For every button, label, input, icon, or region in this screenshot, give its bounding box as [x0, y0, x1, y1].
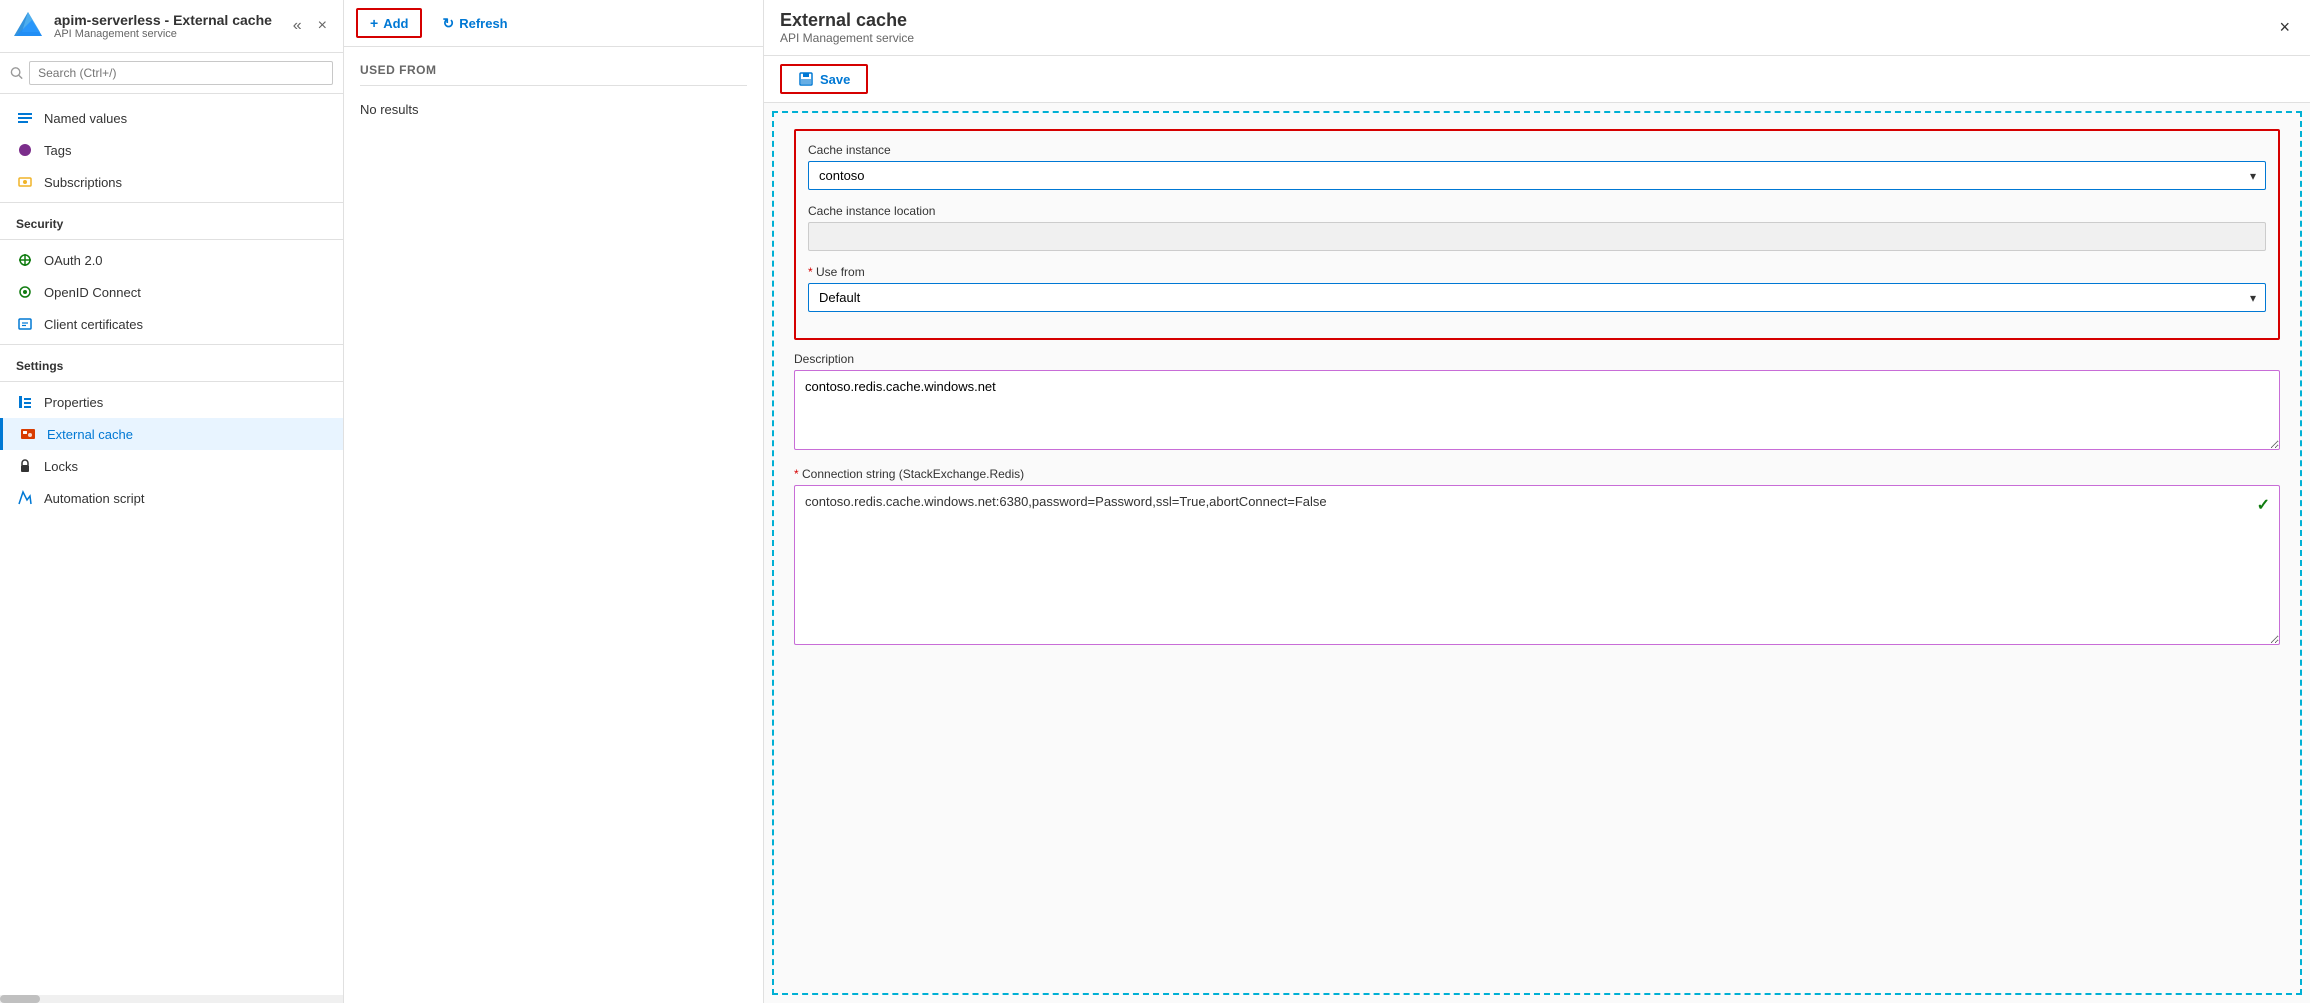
openid-label: OpenID Connect: [44, 285, 141, 300]
external-cache-label: External cache: [47, 427, 133, 442]
sidebar-item-tags[interactable]: Tags: [0, 134, 343, 166]
refresh-label: Refresh: [459, 16, 507, 31]
middle-panel: + Add ↻ Refresh USED FROM No results: [344, 0, 764, 1003]
azure-logo-icon: [12, 10, 44, 42]
left-panel: apim-serverless - External cache API Man…: [0, 0, 344, 1003]
tags-icon: [16, 141, 34, 159]
right-form-content: Cache instance contoso ▾ Cache instance …: [772, 111, 2302, 995]
use-from-field: Use from Default ▾: [808, 265, 2266, 312]
sidebar-item-external-cache[interactable]: External cache: [0, 418, 343, 450]
client-cert-icon: [16, 315, 34, 333]
client-cert-label: Client certificates: [44, 317, 143, 332]
openid-icon: [16, 283, 34, 301]
right-panel-title: External cache: [780, 10, 2275, 31]
external-cache-icon: [19, 425, 37, 443]
left-header: apim-serverless - External cache API Man…: [0, 0, 343, 53]
left-panel-title: apim-serverless - External cache: [54, 12, 279, 28]
divider-4: [0, 381, 343, 382]
named-values-label: Named values: [44, 111, 127, 126]
properties-label: Properties: [44, 395, 103, 410]
cache-instance-location-field: Cache instance location: [808, 204, 2266, 251]
named-values-icon: [16, 109, 34, 127]
automation-label: Automation script: [44, 491, 144, 506]
settings-section-label: Settings: [0, 349, 343, 377]
locks-icon: [16, 457, 34, 475]
cache-config-section: Cache instance contoso ▾ Cache instance …: [794, 129, 2280, 340]
sidebar-item-locks[interactable]: Locks: [0, 450, 343, 482]
cache-instance-location-label: Cache instance location: [808, 204, 2266, 218]
oauth-label: OAuth 2.0: [44, 253, 103, 268]
scroll-thumb[interactable]: [0, 995, 40, 1003]
add-button[interactable]: + Add: [356, 8, 422, 38]
right-toolbar: Save: [764, 56, 2310, 103]
right-panel: External cache API Management service × …: [764, 0, 2310, 1003]
sidebar-item-openid[interactable]: OpenID Connect: [0, 276, 343, 308]
save-label: Save: [820, 72, 850, 87]
add-icon: +: [370, 15, 378, 31]
connection-string-field: Connection string (StackExchange.Redis) …: [794, 467, 2280, 648]
cache-instance-select-wrapper: contoso ▾: [808, 161, 2266, 190]
right-header: External cache API Management service ×: [764, 0, 2310, 56]
automation-icon: [16, 489, 34, 507]
scroll-indicator: [0, 995, 343, 1003]
middle-content: USED FROM No results: [344, 47, 763, 1003]
sidebar-item-named-values[interactable]: Named values: [0, 102, 343, 134]
description-textarea[interactable]: contoso.redis.cache.windows.net: [794, 370, 2280, 450]
divider-1: [0, 202, 343, 203]
sidebar-item-automation[interactable]: Automation script: [0, 482, 343, 514]
refresh-button[interactable]: ↻ Refresh: [430, 10, 519, 37]
divider-3: [0, 344, 343, 345]
collapse-panel-button[interactable]: «: [289, 15, 306, 37]
refresh-icon: ↻: [442, 15, 454, 32]
cache-instance-select[interactable]: contoso: [808, 161, 2266, 190]
used-from-column-header: USED FROM: [360, 63, 747, 86]
locks-label: Locks: [44, 459, 78, 474]
cache-instance-field: Cache instance contoso ▾: [808, 143, 2266, 190]
no-results-text: No results: [360, 98, 747, 121]
properties-icon: [16, 393, 34, 411]
middle-toolbar: + Add ↻ Refresh: [344, 0, 763, 47]
search-bar: [0, 53, 343, 94]
left-panel-subtitle: API Management service: [54, 28, 279, 40]
search-input[interactable]: [29, 61, 333, 85]
divider-2: [0, 239, 343, 240]
right-header-text: External cache API Management service: [780, 10, 2275, 45]
save-button[interactable]: Save: [780, 64, 868, 94]
add-label: Add: [383, 16, 408, 31]
connection-string-wrapper: contoso.redis.cache.windows.net:6380,pas…: [794, 485, 2280, 648]
close-left-panel-button[interactable]: ×: [314, 15, 331, 37]
use-from-select-wrapper: Default ▾: [808, 283, 2266, 312]
sidebar-item-oauth[interactable]: OAuth 2.0: [0, 244, 343, 276]
save-icon: [798, 71, 814, 87]
nav-list: Named values Tags Subscriptions Security: [0, 94, 343, 995]
left-header-text: apim-serverless - External cache API Man…: [54, 12, 279, 40]
subscriptions-icon: [16, 173, 34, 191]
search-icon: [10, 66, 23, 80]
sidebar-item-properties[interactable]: Properties: [0, 386, 343, 418]
right-panel-subtitle: API Management service: [780, 31, 2275, 45]
security-section-label: Security: [0, 207, 343, 235]
sidebar-item-client-cert[interactable]: Client certificates: [0, 308, 343, 340]
close-right-panel-button[interactable]: ×: [2275, 15, 2294, 40]
use-from-select[interactable]: Default: [808, 283, 2266, 312]
use-from-label: Use from: [808, 265, 2266, 279]
cache-instance-label: Cache instance: [808, 143, 2266, 157]
connection-string-label: Connection string (StackExchange.Redis): [794, 467, 2280, 481]
left-header-controls: « ×: [289, 15, 331, 37]
cache-instance-location-input: [808, 222, 2266, 251]
tags-label: Tags: [44, 143, 71, 158]
sidebar-item-subscriptions[interactable]: Subscriptions: [0, 166, 343, 198]
connection-string-textarea[interactable]: contoso.redis.cache.windows.net:6380,pas…: [794, 485, 2280, 645]
connection-string-valid-icon: ✓: [2257, 495, 2270, 515]
description-label: Description: [794, 352, 2280, 366]
oauth-icon: [16, 251, 34, 269]
subscriptions-label: Subscriptions: [44, 175, 122, 190]
description-field: Description contoso.redis.cache.windows.…: [794, 352, 2280, 453]
